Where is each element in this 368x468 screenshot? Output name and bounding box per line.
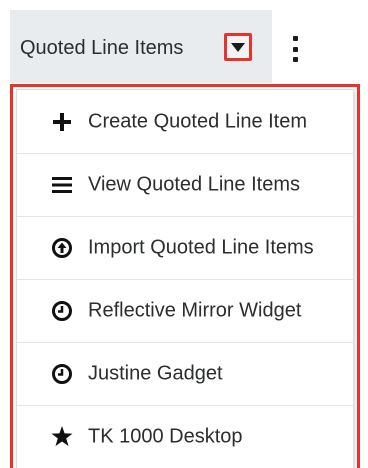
upload-circle-icon xyxy=(51,237,73,259)
menu-item-label: Justine Gadget xyxy=(88,362,223,384)
module-dropdown-toggle[interactable] xyxy=(224,33,252,61)
menu-item-import-quoted-line-items[interactable]: Import Quoted Line Items xyxy=(17,216,353,280)
menu-item-justine-gadget[interactable]: Justine Gadget xyxy=(17,342,353,406)
kebab-dot xyxy=(292,46,298,52)
more-actions-button[interactable] xyxy=(290,36,300,62)
menu-item-label: Reflective Mirror Widget xyxy=(88,299,302,321)
menu-item-view-quoted-line-items[interactable]: View Quoted Line Items xyxy=(17,153,353,217)
menu-item-tk-1000-desktop[interactable]: TK 1000 Desktop xyxy=(17,405,353,468)
module-dropdown-menu: Create Quoted Line Item View Quoted Line… xyxy=(10,84,360,468)
menu-item-create-quoted-line-item[interactable]: Create Quoted Line Item xyxy=(17,90,353,154)
menu-item-label: View Quoted Line Items xyxy=(88,173,300,195)
menu-list: Create Quoted Line Item View Quoted Line… xyxy=(16,89,354,468)
star-icon xyxy=(51,426,73,448)
kebab-dot xyxy=(292,36,298,41)
kebab-dot xyxy=(292,57,298,62)
menu-item-label: Create Quoted Line Item xyxy=(88,110,308,132)
menu-item-reflective-mirror-widget[interactable]: Reflective Mirror Widget xyxy=(17,279,353,343)
menu-item-label: Import Quoted Line Items xyxy=(88,236,314,258)
caret-down-icon xyxy=(231,42,245,52)
menu-item-label: TK 1000 Desktop xyxy=(88,425,243,447)
plus-icon xyxy=(51,111,73,133)
clock-icon xyxy=(51,363,73,385)
module-tab-label[interactable]: Quoted Line Items xyxy=(20,37,183,60)
clock-icon xyxy=(51,300,73,322)
list-icon xyxy=(51,174,73,196)
